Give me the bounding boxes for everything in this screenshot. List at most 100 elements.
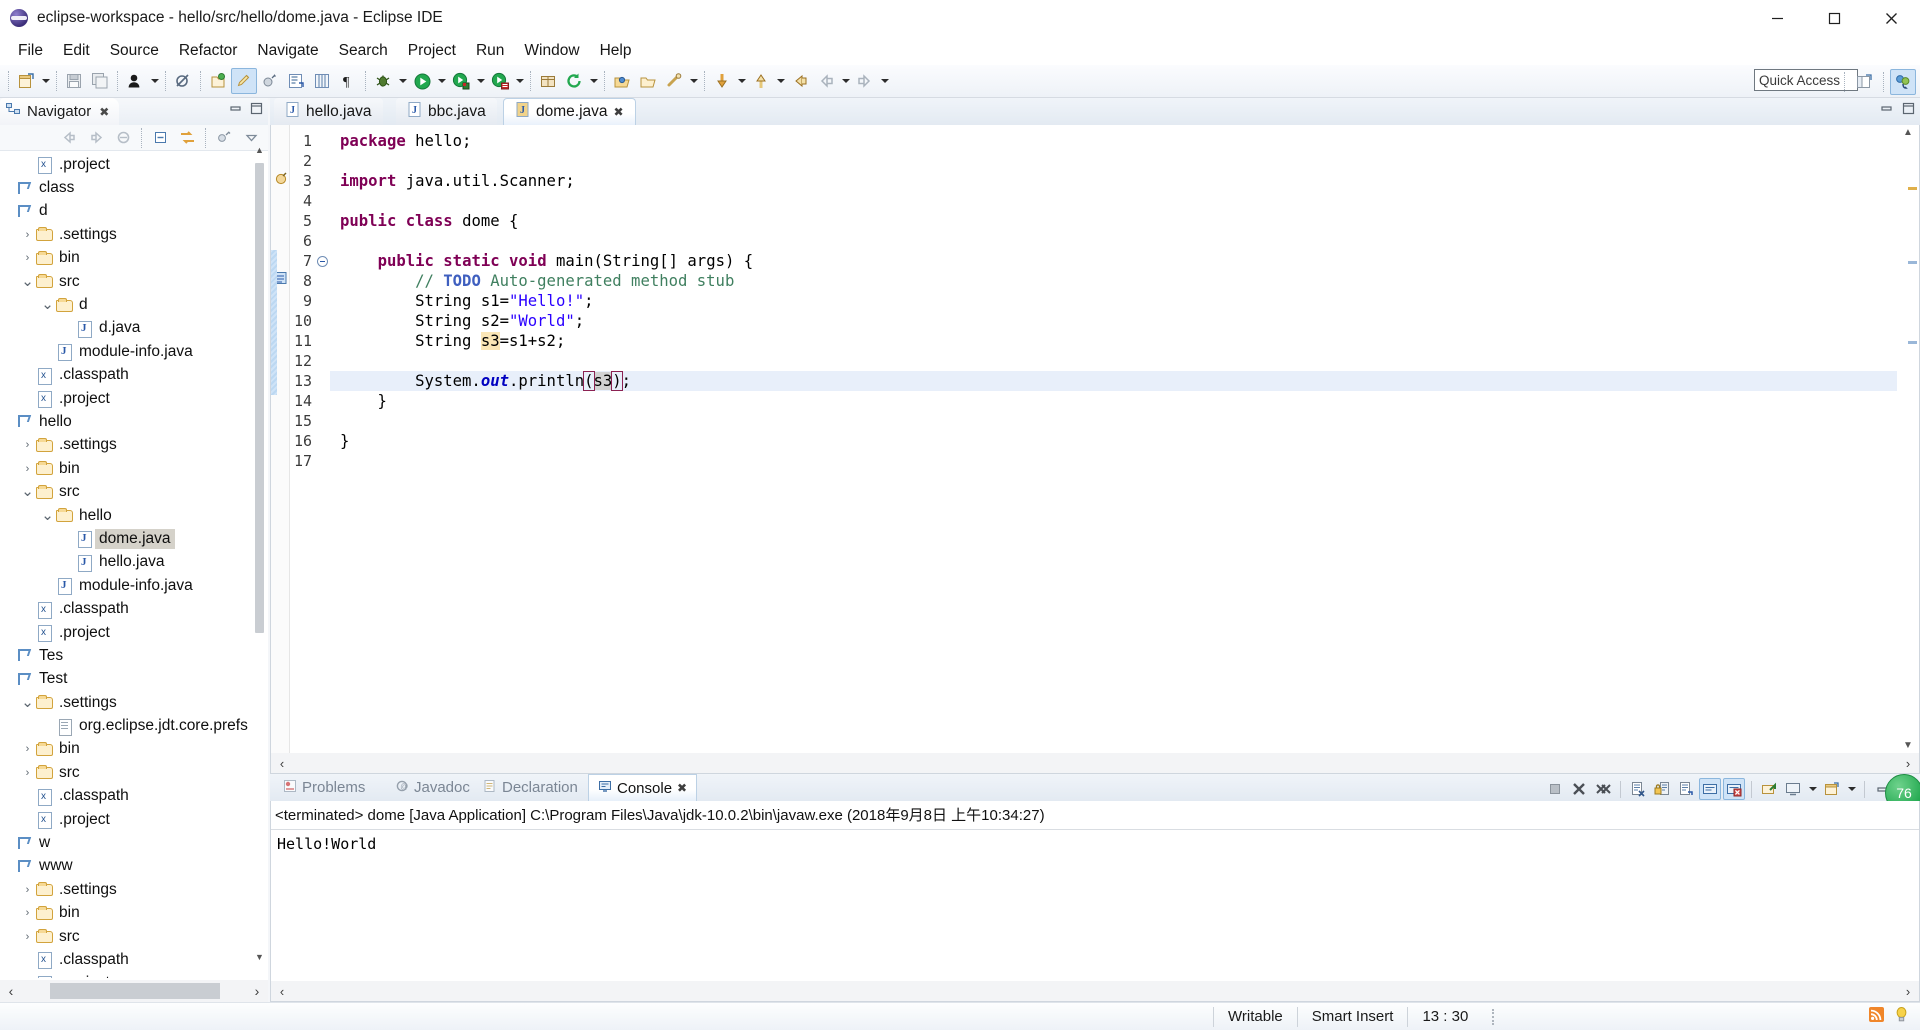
maximize-view-icon[interactable]: [1901, 101, 1916, 120]
new-annotation-icon[interactable]: [257, 68, 283, 94]
code-line[interactable]: import java.util.Scanner;: [340, 171, 575, 191]
hscroll-left-icon[interactable]: ‹: [271, 756, 293, 771]
console-output[interactable]: Hello!World: [271, 830, 1919, 859]
remove-all-launches-icon[interactable]: [1592, 778, 1614, 800]
status-resize-handle[interactable]: [1492, 1008, 1495, 1025]
new-wizard-icon[interactable]: [13, 68, 39, 94]
debug-dropdown-icon[interactable]: [396, 68, 409, 94]
chevron-down-icon[interactable]: ⌄: [20, 274, 35, 289]
new-java-project-icon[interactable]: [205, 68, 231, 94]
code-line[interactable]: package hello;: [340, 131, 471, 151]
next-dropdown-icon[interactable]: [735, 68, 748, 94]
chevron-right-icon[interactable]: ›: [20, 767, 35, 779]
tip-of-day-icon[interactable]: [1893, 1006, 1910, 1027]
java-perspective-icon[interactable]: [1890, 69, 1916, 95]
tree-item[interactable]: .classpath: [0, 597, 268, 620]
code-line[interactable]: System.out.println(s3);: [340, 371, 631, 391]
remove-launch-icon[interactable]: [1568, 778, 1590, 800]
hscroll-right-icon[interactable]: ›: [1897, 984, 1919, 999]
back-dropdown-icon[interactable]: [839, 68, 852, 94]
maximize-button[interactable]: [1806, 0, 1863, 37]
code-line[interactable]: }: [340, 431, 349, 451]
run-coverage-icon[interactable]: [448, 68, 474, 94]
chevron-down-icon[interactable]: ⌄: [20, 695, 35, 710]
open-type-icon[interactable]: [283, 68, 309, 94]
close-icon[interactable]: ✖: [99, 105, 109, 119]
tree-item[interactable]: .classpath: [0, 364, 268, 387]
chevron-right-icon[interactable]: ›: [20, 439, 35, 451]
tree-item[interactable]: .project: [0, 621, 268, 644]
tree-item[interactable]: d.java: [0, 317, 268, 340]
code-line[interactable]: // TODO Auto-generated method stub: [340, 271, 734, 291]
next-annotation-icon[interactable]: [709, 68, 735, 94]
menu-search[interactable]: Search: [329, 39, 398, 63]
tree-item[interactable]: › .settings: [0, 223, 268, 246]
tree-item[interactable]: hello.java: [0, 551, 268, 574]
hscroll-right-icon[interactable]: ›: [1897, 756, 1919, 771]
chevron-right-icon[interactable]: ›: [20, 884, 35, 896]
display-console-dropdown-icon[interactable]: [1806, 776, 1819, 802]
tree-item[interactable]: .project: [0, 972, 268, 978]
menu-edit[interactable]: Edit: [53, 39, 100, 63]
debug-icon[interactable]: [370, 68, 396, 94]
tree-item[interactable]: .classpath: [0, 785, 268, 808]
skip-breakpoints-icon[interactable]: [170, 68, 196, 94]
toggle-breadcrumb-icon[interactable]: [122, 68, 148, 94]
hscroll-right-icon[interactable]: ›: [246, 983, 268, 999]
editor-tab-hello-java[interactable]: Jhello.java: [274, 98, 383, 125]
chevron-right-icon[interactable]: ›: [20, 252, 35, 264]
menu-help[interactable]: Help: [590, 39, 642, 63]
link-icon[interactable]: [661, 68, 687, 94]
new-java-class-icon[interactable]: [231, 68, 257, 94]
rss-feed-icon[interactable]: [1868, 1006, 1885, 1027]
bottom-tab-problems[interactable]: Problems: [274, 774, 374, 801]
tree-item[interactable]: › bin: [0, 247, 268, 270]
last-edit-location-icon[interactable]: [787, 68, 813, 94]
editor-vscrollbar[interactable]: ▲ ▼: [1899, 125, 1919, 753]
open-perspective-icon[interactable]: [1851, 69, 1877, 95]
navigator-vscrollbar[interactable]: ▲ ▼: [253, 145, 266, 976]
chevron-down-icon[interactable]: ⌄: [20, 484, 35, 499]
scroll-thumb[interactable]: [255, 163, 264, 633]
close-icon[interactable]: ✖: [677, 781, 687, 795]
breadcrumb-dropdown-icon[interactable]: [148, 68, 161, 94]
tree-item[interactable]: module-info.java: [0, 340, 268, 363]
collapse-marker[interactable]: [317, 256, 328, 267]
code-area[interactable]: package hello; import java.util.Scanner; p…: [271, 125, 1897, 753]
tree-item[interactable]: ⌄ d: [0, 293, 268, 316]
scroll-lock-icon[interactable]: [1651, 778, 1673, 800]
menu-refactor[interactable]: Refactor: [169, 39, 248, 63]
scroll-down-icon[interactable]: ▼: [1903, 740, 1913, 751]
save-all-icon[interactable]: [87, 68, 113, 94]
tree-item[interactable]: .project: [0, 153, 268, 176]
annotation-ruler[interactable]: [271, 125, 290, 753]
tree-item[interactable]: › .settings: [0, 434, 268, 457]
editor-hscrollbar[interactable]: ‹ ›: [271, 753, 1919, 773]
new-package-icon[interactable]: [535, 68, 561, 94]
tree-item[interactable]: › bin: [0, 738, 268, 761]
scroll-up-icon[interactable]: ▲: [254, 145, 265, 157]
tree-item[interactable]: d: [0, 200, 268, 223]
editor-tab-dome-java[interactable]: Jdome.java ✖: [503, 98, 636, 125]
chevron-right-icon[interactable]: ›: [20, 463, 35, 475]
close-button[interactable]: [1863, 0, 1920, 37]
tree-item[interactable]: hello: [0, 410, 268, 433]
run-icon[interactable]: [409, 68, 435, 94]
tree-item[interactable]: Test: [0, 668, 268, 691]
code-line[interactable]: public class dome {: [340, 211, 518, 231]
tab-navigator[interactable]: Navigator ✖: [0, 98, 120, 125]
tree-item[interactable]: ⌄ hello: [0, 504, 268, 527]
folding-ruler[interactable]: [316, 125, 330, 753]
warning-marker[interactable]: [274, 171, 288, 185]
show-whitespace-icon[interactable]: ¶: [335, 68, 361, 94]
scroll-down-icon[interactable]: ▼: [254, 952, 265, 964]
tree-item[interactable]: module-info.java: [0, 574, 268, 597]
close-icon[interactable]: ✖: [614, 105, 624, 119]
code-line[interactable]: String s1="Hello!";: [340, 291, 593, 311]
tree-item[interactable]: org.eclipse.jdt.core.prefs: [0, 714, 268, 737]
chevron-down-icon[interactable]: ⌄: [40, 508, 55, 523]
bottom-tab-console[interactable]: Console ✖: [588, 774, 698, 801]
refresh-icon[interactable]: [561, 68, 587, 94]
back-icon[interactable]: [813, 68, 839, 94]
maximize-view-icon[interactable]: 76: [1885, 774, 1920, 812]
